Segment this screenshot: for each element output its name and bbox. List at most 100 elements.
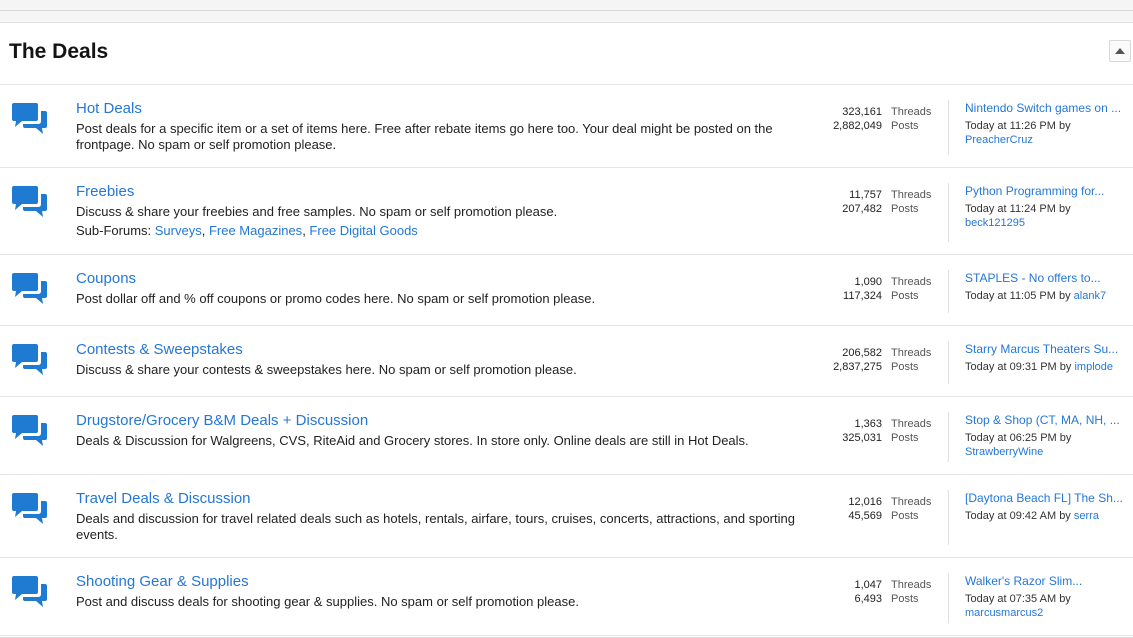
chat-bubbles-icon [10, 272, 48, 311]
latest-post-user[interactable]: PreacherCruz [965, 134, 1033, 146]
latest-post: Walker's Razor Slim... Today at 07:35 AM … [965, 574, 1131, 620]
by-label: by [1059, 593, 1071, 605]
by-label: by [1058, 120, 1071, 132]
forum-row: Drugstore/Grocery B&M Deals + Discussion… [0, 397, 1133, 475]
latest-post-time: Today at 09:42 AM [965, 510, 1057, 522]
forum-main: Shooting Gear & Supplies Post and discuss… [76, 573, 806, 610]
forum-stats: 206,582 Threads 2,837,275 Posts [780, 346, 934, 374]
chat-bubbles-icon [10, 102, 48, 141]
by-label: by [1058, 290, 1071, 302]
chat-bubbles-icon [10, 492, 48, 531]
forum-title-link[interactable]: Drugstore/Grocery B&M Deals + Discussion [76, 412, 806, 430]
forum-main: Hot Deals Post deals for a specific item … [76, 100, 806, 153]
forum-main: Coupons Post dollar off and % off coupons… [76, 270, 806, 307]
forum-title-link[interactable]: Contests & Sweepstakes [76, 341, 806, 359]
forum-stats: 1,090 Threads 117,324 Posts [780, 275, 934, 303]
forum-row: Contests & Sweepstakes Discuss & share yo… [0, 326, 1133, 397]
post-count: 207,482 [842, 203, 882, 215]
forum-title-link[interactable]: Hot Deals [76, 100, 806, 118]
latest-thread-link[interactable]: Stop & Shop (CT, MA, NH, ... [965, 413, 1131, 428]
forum-main: Drugstore/Grocery B&M Deals + Discussion… [76, 412, 806, 449]
latest-post-user[interactable]: marcusmarcus2 [965, 607, 1043, 619]
posts-label: Posts [891, 593, 919, 605]
latest-post: Python Programming for... Today at 11:24 … [965, 184, 1131, 230]
thread-count: 323,161 [842, 106, 882, 118]
subforum-link[interactable]: Surveys [155, 223, 202, 238]
latest-post: STAPLES - No offers to... Today at 11:05 … [965, 271, 1131, 303]
latest-post-user[interactable]: StrawberryWine [965, 446, 1043, 458]
chat-bubbles-icon [10, 414, 48, 453]
forum-title-link[interactable]: Shooting Gear & Supplies [76, 573, 806, 591]
column-divider [948, 270, 949, 313]
forum-main: Freebies Discuss & share your freebies an… [76, 183, 806, 239]
posts-label: Posts [891, 510, 919, 522]
latest-post-user[interactable]: alank7 [1074, 290, 1106, 302]
forum-category-panel: The Deals Hot Deals Post deals for a spec… [0, 22, 1133, 638]
column-divider [948, 183, 949, 242]
by-label: by [1059, 361, 1072, 373]
latest-post-time: Today at 11:26 PM [965, 120, 1056, 132]
threads-label: Threads [891, 418, 932, 430]
post-count: 117,324 [843, 290, 882, 302]
forum-row: Coupons Post dollar off and % off coupons… [0, 255, 1133, 326]
forum-description: Post and discuss deals for shooting gear… [76, 594, 579, 609]
latest-post-meta: Today at 11:24 PM by beck121295 [965, 202, 1131, 230]
category-header: The Deals [0, 23, 1133, 85]
top-strip [0, 0, 1133, 11]
collapse-button[interactable] [1109, 40, 1131, 62]
column-divider [948, 573, 949, 623]
forum-stats: 11,757 Threads 207,482 Posts [780, 188, 934, 216]
forum-row: Freebies Discuss & share your freebies an… [0, 168, 1133, 255]
forum-stats: 1,047 Threads 6,493 Posts [780, 578, 934, 606]
thread-count: 1,363 [854, 418, 882, 430]
latest-thread-link[interactable]: Walker's Razor Slim... [965, 574, 1131, 589]
forum-row: Hot Deals Post deals for a specific item … [0, 85, 1133, 168]
latest-post-user[interactable]: beck121295 [965, 217, 1025, 229]
threads-label: Threads [891, 276, 932, 288]
thread-count: 1,090 [854, 276, 882, 288]
subforum-link[interactable]: Free Magazines [209, 223, 302, 238]
latest-post-meta: Today at 06:25 PM by StrawberryWine [965, 431, 1131, 459]
latest-post-time: Today at 09:31 PM [965, 361, 1057, 373]
forum-main: Travel Deals & Discussion Deals and discu… [76, 490, 806, 543]
forum-list: Hot Deals Post deals for a specific item … [0, 85, 1133, 636]
thread-count: 1,047 [854, 579, 882, 591]
column-divider [948, 490, 949, 545]
latest-thread-link[interactable]: Python Programming for... [965, 184, 1131, 199]
column-divider [948, 341, 949, 384]
latest-post-user[interactable]: implode [1074, 361, 1113, 373]
forum-row: Travel Deals & Discussion Deals and discu… [0, 475, 1133, 558]
forum-title-link[interactable]: Travel Deals & Discussion [76, 490, 806, 508]
post-count: 325,031 [842, 432, 882, 444]
chat-bubbles-icon [10, 343, 48, 382]
latest-thread-link[interactable]: Nintendo Switch games on ... [965, 101, 1131, 116]
threads-label: Threads [891, 579, 932, 591]
latest-thread-link[interactable]: [Daytona Beach FL] The Sh... [965, 491, 1131, 506]
subforums-label: Sub-Forums: [76, 223, 152, 238]
forum-title-link[interactable]: Coupons [76, 270, 806, 288]
post-count: 2,882,049 [833, 120, 882, 132]
posts-label: Posts [891, 361, 919, 373]
thread-count: 11,757 [849, 189, 882, 201]
subforum-link[interactable]: Free Digital Goods [309, 223, 417, 238]
subforums: Sub-Forums: Surveys, Free Magazines, Fre… [76, 223, 418, 238]
forum-description: Post dollar off and % off coupons or pro… [76, 291, 596, 306]
latest-post: Nintendo Switch games on ... Today at 11:… [965, 101, 1131, 147]
chat-bubbles-icon [10, 185, 48, 224]
latest-post-meta: Today at 11:26 PM by PreacherCruz [965, 119, 1131, 147]
posts-label: Posts [891, 203, 919, 215]
latest-post-time: Today at 07:35 AM [965, 593, 1057, 605]
latest-post-meta: Today at 07:35 AM by marcusmarcus2 [965, 592, 1131, 620]
by-label: by [1059, 432, 1072, 444]
latest-post-time: Today at 11:24 PM [965, 203, 1056, 215]
forum-main: Contests & Sweepstakes Discuss & share yo… [76, 341, 806, 378]
forum-stats: 1,363 Threads 325,031 Posts [780, 417, 934, 445]
column-divider [948, 100, 949, 155]
latest-thread-link[interactable]: STAPLES - No offers to... [965, 271, 1131, 286]
post-count: 2,837,275 [833, 361, 882, 373]
forum-description: Post deals for a specific item or a set … [76, 121, 773, 152]
forum-description: Discuss & share your freebies and free s… [76, 204, 558, 219]
forum-title-link[interactable]: Freebies [76, 183, 806, 201]
latest-thread-link[interactable]: Starry Marcus Theaters Su... [965, 342, 1131, 357]
latest-post-user[interactable]: serra [1074, 510, 1099, 522]
